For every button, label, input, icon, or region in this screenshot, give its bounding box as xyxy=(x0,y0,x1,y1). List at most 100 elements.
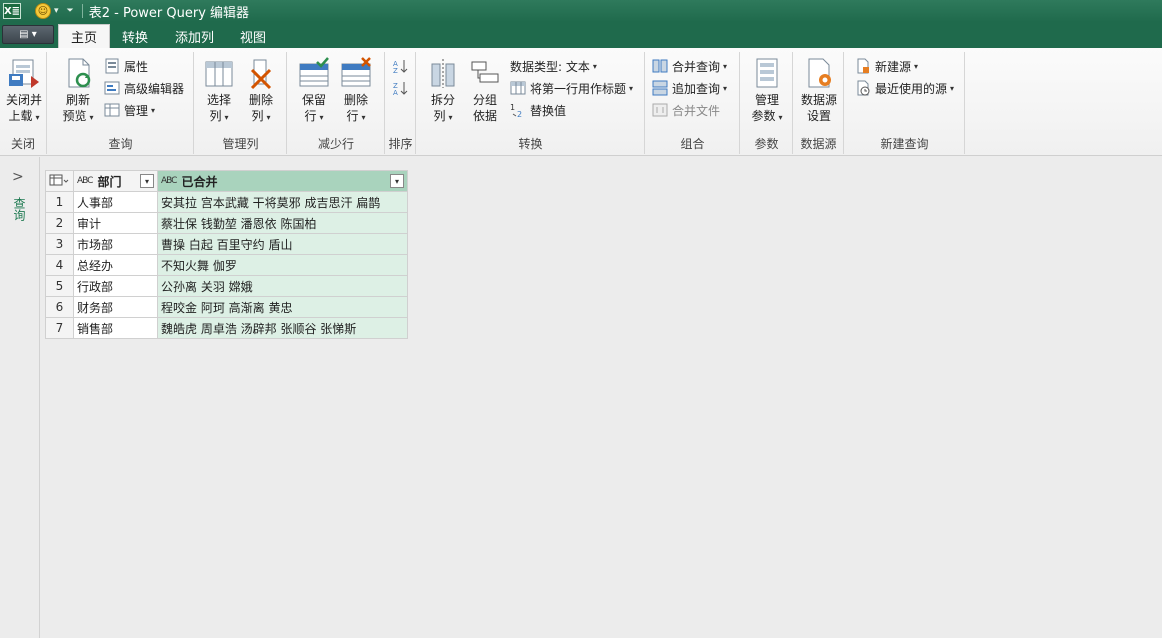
customize-toolbar-icon[interactable]: ⏷ xyxy=(67,6,74,16)
sort-ascending-button[interactable]: AZ xyxy=(392,56,412,76)
svg-text:1: 1 xyxy=(510,103,515,112)
row-number[interactable]: 7 xyxy=(45,317,74,339)
group-label-data-source: 数据源 xyxy=(800,137,837,151)
column-header-department[interactable]: ABC 部门 ▾ xyxy=(73,170,158,192)
expand-chevron-icon[interactable]: > xyxy=(12,169,24,185)
row-number[interactable]: 2 xyxy=(45,212,74,234)
data-source-settings-label-2: 设置 xyxy=(806,109,831,123)
table-row: 6 财务部 程咬金 阿珂 高渐离 黄忠 xyxy=(45,296,408,318)
sort-descending-icon: ZA xyxy=(392,80,408,97)
replace-values-button[interactable]: 12 替换值 xyxy=(510,100,566,120)
group-label-reduce-rows: 减少行 xyxy=(317,137,354,151)
group-transform: 拆分 列 ▾ 分组 依据 数据类型: 文本 ▾ 将第一行用作标题 ▾ 12 替换值 转… xyxy=(417,52,645,154)
use-first-row-as-headers-button[interactable]: 将第一行用作标题 ▾ xyxy=(510,78,633,98)
remove-rows-button[interactable]: 删除 行 ▾ xyxy=(338,56,374,126)
split-column-icon xyxy=(426,56,460,90)
recent-sources-button[interactable]: 最近使用的源 ▾ xyxy=(855,78,954,98)
filter-dropdown-icon[interactable]: ▾ xyxy=(390,174,404,188)
combine-files-icon xyxy=(652,102,668,118)
column-name: 已合并 xyxy=(181,174,218,189)
group-by-button[interactable]: 分组 依据 xyxy=(467,56,503,124)
refresh-label-1: 刷新 xyxy=(65,93,90,107)
sort-descending-button[interactable]: ZA xyxy=(392,78,412,98)
refresh-preview-button[interactable]: 刷新 预览 ▾ xyxy=(60,56,96,126)
cell-merged[interactable]: 程咬金 阿珂 高渐离 黄忠 xyxy=(157,296,408,318)
row-number[interactable]: 1 xyxy=(45,191,74,213)
svg-text:2: 2 xyxy=(517,110,522,118)
properties-label: 属性 xyxy=(124,59,149,74)
keep-rows-button[interactable]: 保留 行 ▾ xyxy=(296,56,332,126)
sort-ascending-icon: AZ xyxy=(392,58,408,75)
cell-merged[interactable]: 安其拉 宫本武藏 干将莫邪 成吉思汗 扁鹊 xyxy=(157,191,408,213)
cell-department[interactable]: 总经办 xyxy=(73,254,158,276)
replace-values-label: 替换值 xyxy=(530,103,567,118)
tab-add-column[interactable]: 添加列 xyxy=(163,24,226,48)
manage-parameters-button[interactable]: 管理 参数 ▾ xyxy=(748,56,786,126)
table-icon xyxy=(49,174,69,185)
choose-columns-button[interactable]: 选择 列 ▾ xyxy=(201,56,237,126)
row-number[interactable]: 4 xyxy=(45,254,74,276)
group-data-source: 数据源 设置 数据源 xyxy=(794,52,844,154)
tab-home[interactable]: 主页 xyxy=(58,24,111,48)
advanced-editor-button[interactable]: 高级编辑器 xyxy=(104,78,184,98)
properties-button[interactable]: 属性 xyxy=(104,56,148,76)
advanced-editor-icon xyxy=(104,80,120,96)
table-row: 7 销售部 魏皓虎 周卓浩 汤辟邦 张顺谷 张悌斯 xyxy=(45,317,408,339)
keep-rows-label-1: 保留 xyxy=(301,93,326,107)
cell-department[interactable]: 财务部 xyxy=(73,296,158,318)
group-label-parameters: 参数 xyxy=(754,137,779,151)
table-select-corner[interactable] xyxy=(45,170,74,192)
excel-app-icon[interactable]: X≣ xyxy=(3,3,21,19)
row-number[interactable]: 6 xyxy=(45,296,74,318)
file-menu-button[interactable]: ▤ ▾ xyxy=(2,25,54,44)
recent-sources-label: 最近使用的源 xyxy=(875,81,948,96)
combine-files-button[interactable]: 合并文件 xyxy=(652,100,720,120)
row-number[interactable]: 5 xyxy=(45,275,74,297)
text-type-icon[interactable]: ABC xyxy=(77,176,94,186)
group-label-transform: 转换 xyxy=(518,137,543,151)
header-row: ABC 部门 ▾ ABC 已合并 ▾ xyxy=(45,170,408,192)
text-type-icon[interactable]: ABC xyxy=(161,176,178,186)
column-header-merged[interactable]: ABC 已合并 ▾ xyxy=(157,170,408,192)
merge-queries-icon xyxy=(652,58,668,74)
queries-pane-label[interactable]: 查询 xyxy=(11,197,28,221)
append-queries-label: 追加查询 xyxy=(672,81,721,96)
remove-rows-icon xyxy=(339,56,373,90)
new-source-button[interactable]: 新建源 ▾ xyxy=(855,56,918,76)
cell-merged[interactable]: 魏皓虎 周卓浩 汤辟邦 张顺谷 张悌斯 xyxy=(157,317,408,339)
cell-department[interactable]: 人事部 xyxy=(73,191,158,213)
remove-rows-label-2: 行 ▾ xyxy=(346,109,366,123)
close-and-load-button[interactable]: 关闭并 上载 ▾ xyxy=(6,56,42,126)
smiley-icon[interactable]: ☺ xyxy=(35,3,51,19)
data-type-dropdown[interactable]: 数据类型: 文本 ▾ xyxy=(510,56,597,76)
row-number[interactable]: 3 xyxy=(45,233,74,255)
group-manage-columns: 选择 列 ▾ 删除 列 ▾ 管理列 xyxy=(195,52,287,154)
ribbon-tab-row: ▤ ▾ 主页 转换 添加列 视图 xyxy=(0,22,1162,48)
tab-view[interactable]: 视图 xyxy=(228,24,278,48)
remove-columns-button[interactable]: 删除 列 ▾ xyxy=(243,56,279,126)
table-row: 2 审计 蔡壮保 钱勤堃 潘恩依 陈国柏 xyxy=(45,212,408,234)
merge-queries-button[interactable]: 合并查询 ▾ xyxy=(652,56,727,76)
cell-merged[interactable]: 曹操 白起 百里守约 盾山 xyxy=(157,233,408,255)
manage-parameters-label-2: 参数 ▾ xyxy=(751,109,783,123)
cell-department[interactable]: 审计 xyxy=(73,212,158,234)
tab-transform[interactable]: 转换 xyxy=(110,24,160,48)
cell-department[interactable]: 市场部 xyxy=(73,233,158,255)
split-column-button[interactable]: 拆分 列 ▾ xyxy=(425,56,461,126)
cell-merged[interactable]: 蔡壮保 钱勤堃 潘恩依 陈国柏 xyxy=(157,212,408,234)
data-source-settings-button[interactable]: 数据源 设置 xyxy=(799,56,839,124)
append-queries-button[interactable]: 追加查询 ▾ xyxy=(652,78,727,98)
cell-department[interactable]: 行政部 xyxy=(73,275,158,297)
quick-access-dropdown-icon[interactable]: ▾ xyxy=(54,6,59,16)
window-title: 表2 - Power Query 编辑器 xyxy=(88,5,250,21)
table-row: 5 行政部 公孙离 关羽 嫦娥 xyxy=(45,275,408,297)
group-by-label-1: 分组 xyxy=(472,93,497,107)
merge-queries-label: 合并查询 xyxy=(672,59,721,74)
filter-dropdown-icon[interactable]: ▾ xyxy=(140,174,154,188)
cell-merged[interactable]: 公孙离 关羽 嫦娥 xyxy=(157,275,408,297)
append-queries-icon xyxy=(652,80,668,96)
cell-department[interactable]: 销售部 xyxy=(73,317,158,339)
group-label-combine: 组合 xyxy=(680,137,705,151)
manage-button[interactable]: 管理 ▾ xyxy=(104,100,155,120)
cell-merged[interactable]: 不知火舞 伽罗 xyxy=(157,254,408,276)
